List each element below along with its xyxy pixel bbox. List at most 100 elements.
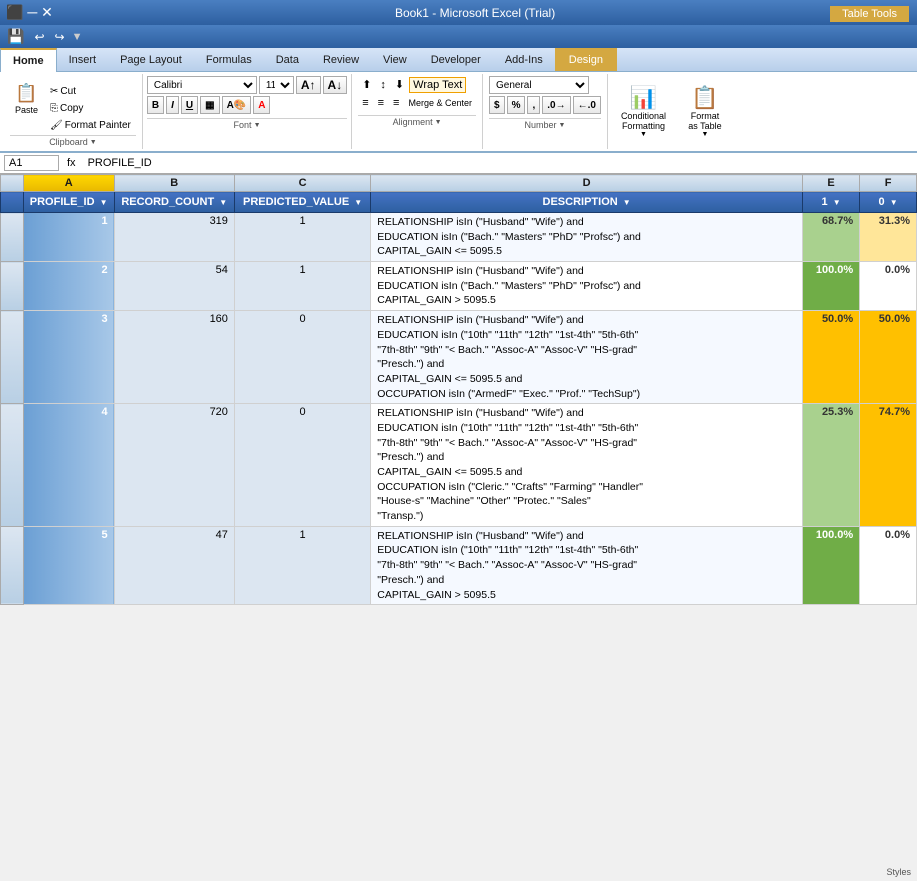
align-left-button[interactable]: ≡ (358, 95, 372, 111)
tab-developer[interactable]: Developer (419, 48, 493, 71)
cell-e2[interactable]: 100.0% (802, 262, 859, 311)
increase-decimal-button[interactable]: .0→ (542, 96, 570, 114)
cell-d3[interactable]: RELATIONSHIP isIn ("Husband" "Wife") and… (371, 311, 803, 404)
cell-e1[interactable]: 68.7% (802, 213, 859, 262)
redo-btn[interactable]: ↪ (52, 29, 68, 45)
tab-design[interactable]: Design (555, 48, 617, 71)
tab-data[interactable]: Data (264, 48, 311, 71)
font-shrink-button[interactable]: A↓ (323, 76, 348, 94)
col-d-filter-icon[interactable]: ▼ (623, 198, 631, 207)
col-b-header[interactable]: B (114, 175, 234, 192)
cell-b1[interactable]: 319 (114, 213, 234, 262)
col-e-filter-icon[interactable]: ▼ (833, 198, 841, 207)
cell-b3[interactable]: 160 (114, 311, 234, 404)
alignment-expand-icon[interactable]: ▼ (435, 119, 442, 126)
tab-add-ins[interactable]: Add-Ins (493, 48, 555, 71)
tab-view[interactable]: View (371, 48, 419, 71)
cut-button[interactable]: ✂ Cut (45, 84, 136, 99)
col-f-header-cell[interactable]: 0 ▼ (860, 192, 917, 213)
dollar-button[interactable]: $ (489, 96, 505, 114)
font-size-select[interactable]: 11 (259, 76, 294, 94)
align-center-button[interactable]: ≡ (374, 95, 388, 111)
cell-a2[interactable]: 2 (23, 262, 114, 311)
cell-d4[interactable]: RELATIONSHIP isIn ("Husband" "Wife") and… (371, 404, 803, 527)
col-a-header[interactable]: A (23, 175, 114, 192)
italic-button[interactable]: I (166, 96, 179, 114)
save-btn[interactable]: 💾 (4, 27, 27, 46)
row-num-2 (1, 262, 24, 311)
merge-center-button[interactable]: Merge & Center (404, 95, 476, 111)
font-grow-button[interactable]: A↑ (296, 76, 321, 94)
font-expand-icon[interactable]: ▼ (254, 122, 261, 129)
align-top-button[interactable]: ⬆ (358, 76, 375, 93)
cell-f5[interactable]: 0.0% (860, 526, 917, 604)
number-format-select[interactable]: General (489, 76, 589, 94)
col-b-filter-icon[interactable]: ▼ (219, 198, 227, 207)
percent-button[interactable]: % (507, 96, 526, 114)
tab-review[interactable]: Review (311, 48, 371, 71)
format-painter-button[interactable]: 🖌 Format Painter (45, 118, 136, 133)
cell-c5[interactable]: 1 (234, 526, 370, 604)
cell-c3[interactable]: 0 (234, 311, 370, 404)
cell-c4[interactable]: 0 (234, 404, 370, 527)
cell-e5[interactable]: 100.0% (802, 526, 859, 604)
cell-b5[interactable]: 47 (114, 526, 234, 604)
paste-button[interactable]: 📋 Paste (10, 80, 43, 118)
predicted-value-header[interactable]: PREDICTED_VALUE ▼ (234, 192, 370, 213)
border-button[interactable]: ▦ (200, 96, 219, 114)
cell-f4[interactable]: 74.7% (860, 404, 917, 527)
col-e-header[interactable]: E (802, 175, 859, 192)
cell-c1[interactable]: 1 (234, 213, 370, 262)
cell-c2[interactable]: 1 (234, 262, 370, 311)
cell-a5[interactable]: 5 (23, 526, 114, 604)
wrap-text-button[interactable]: Wrap Text (409, 77, 466, 93)
window-controls[interactable]: ⬛ ─ ✕ (6, 4, 53, 21)
tab-insert[interactable]: Insert (57, 48, 109, 71)
bold-button[interactable]: B (147, 96, 164, 114)
cell-d5[interactable]: RELATIONSHIP isIn ("Husband" "Wife") and… (371, 526, 803, 604)
profile-id-header[interactable]: PROFILE_ID ▼ (23, 192, 114, 213)
copy-button[interactable]: ⎘ Copy (45, 101, 136, 116)
align-right-button[interactable]: ≡ (389, 95, 403, 111)
cell-a3[interactable]: 3 (23, 311, 114, 404)
cell-f2[interactable]: 0.0% (860, 262, 917, 311)
col-e-header-cell[interactable]: 1 ▼ (802, 192, 859, 213)
col-f-header[interactable]: F (860, 175, 917, 192)
underline-button[interactable]: U (181, 96, 198, 114)
cell-e3[interactable]: 50.0% (802, 311, 859, 404)
formula-input[interactable] (84, 156, 913, 170)
clipboard-expand-icon[interactable]: ▼ (90, 139, 97, 146)
comma-button[interactable]: , (527, 96, 540, 114)
fill-color-button[interactable]: A🎨 (222, 96, 252, 114)
format-as-table-button[interactable]: 📋 Format as Table ▼ (677, 80, 733, 143)
cell-f3[interactable]: 50.0% (860, 311, 917, 404)
cell-e4[interactable]: 25.3% (802, 404, 859, 527)
align-middle-button[interactable]: ↕ (376, 77, 390, 93)
cell-f1[interactable]: 31.3% (860, 213, 917, 262)
font-family-select[interactable]: Calibri (147, 76, 257, 94)
record-count-header[interactable]: RECORD_COUNT ▼ (114, 192, 234, 213)
cell-a1[interactable]: 1 (23, 213, 114, 262)
font-color-button[interactable]: A (253, 96, 270, 114)
col-f-filter-icon[interactable]: ▼ (890, 198, 898, 207)
tab-formulas[interactable]: Formulas (194, 48, 264, 71)
cell-b2[interactable]: 54 (114, 262, 234, 311)
decrease-decimal-button[interactable]: ←.0 (573, 96, 601, 114)
col-c-filter-icon[interactable]: ▼ (354, 198, 362, 207)
cell-d2[interactable]: RELATIONSHIP isIn ("Husband" "Wife") and… (371, 262, 803, 311)
cell-a4[interactable]: 4 (23, 404, 114, 527)
description-header[interactable]: DESCRIPTION ▼ (371, 192, 803, 213)
cell-d1[interactable]: RELATIONSHIP isIn ("Husband" "Wife") and… (371, 213, 803, 262)
formula-expand-icon[interactable]: fx (63, 157, 80, 169)
align-bottom-button[interactable]: ⬇ (391, 76, 408, 93)
cell-b4[interactable]: 720 (114, 404, 234, 527)
col-d-header[interactable]: D (371, 175, 803, 192)
cell-reference-input[interactable] (4, 155, 59, 171)
tab-home[interactable]: Home (0, 48, 57, 72)
col-a-filter-icon[interactable]: ▼ (100, 198, 108, 207)
undo-btn[interactable]: ↩ (31, 29, 47, 45)
tab-page-layout[interactable]: Page Layout (108, 48, 194, 71)
conditional-formatting-button[interactable]: 📊 Conditional Formatting ▼ (614, 80, 673, 143)
number-expand-icon[interactable]: ▼ (559, 122, 566, 129)
col-c-header[interactable]: C (234, 175, 370, 192)
